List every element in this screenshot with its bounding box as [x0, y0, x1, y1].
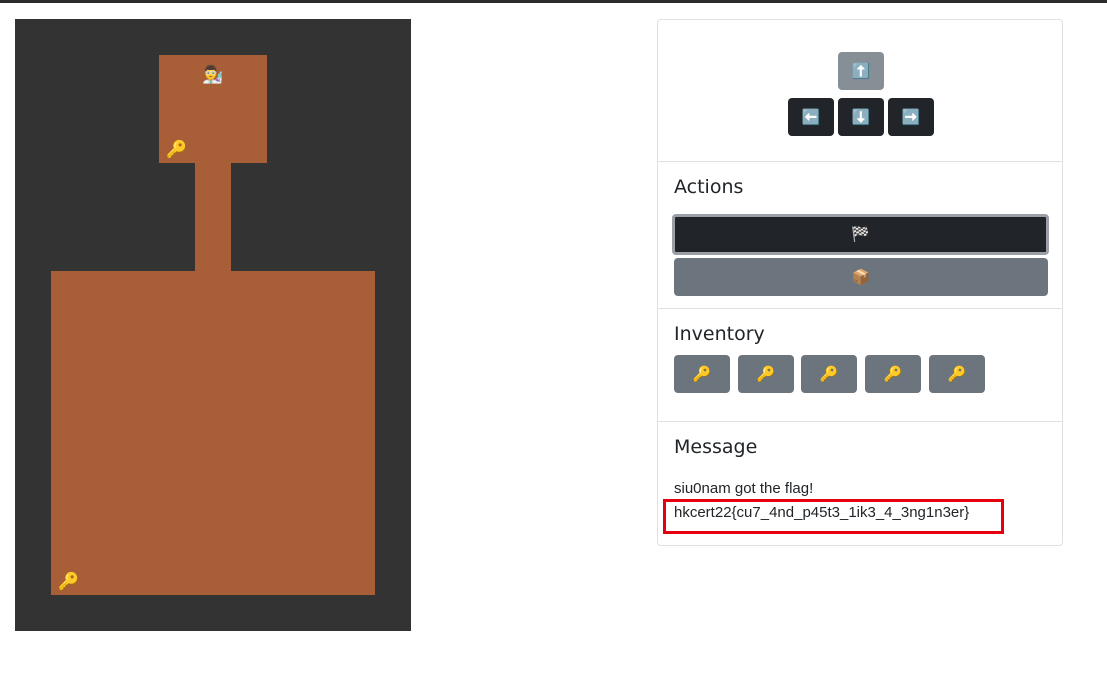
message-section: Message siu0nam got the flag! hkcert22{c… — [658, 421, 1062, 546]
move-up-button[interactable]: ⬆️ — [838, 52, 884, 90]
floor-key-icon: 🔑 — [58, 571, 80, 592]
inventory-key-button[interactable]: 🔑 — [674, 355, 730, 393]
finish-flag-button[interactable]: 🏁 — [672, 214, 1049, 255]
player-icon: 👨‍🔬 — [202, 64, 224, 85]
flag-highlight-box — [663, 499, 1004, 534]
move-right-button[interactable]: ➡️ — [888, 98, 934, 136]
floor-room-large — [51, 271, 375, 595]
actions-section: Actions 🏁 📦 — [658, 161, 1062, 308]
actions-title: Actions — [674, 176, 744, 198]
message-title: Message — [674, 436, 758, 458]
top-border — [0, 0, 1107, 3]
inventory-key-button[interactable]: 🔑 — [865, 355, 921, 393]
dpad-section: ⬆️ ⬅️ ⬇️ ➡️ — [658, 20, 1062, 161]
inventory-key-button[interactable]: 🔑 — [738, 355, 794, 393]
floor-key-icon: 🔑 — [166, 139, 188, 160]
move-left-button[interactable]: ⬅️ — [788, 98, 834, 136]
inventory-section: Inventory 🔑 🔑 🔑 🔑 🔑 — [658, 308, 1062, 421]
floor-corridor — [195, 163, 231, 271]
inventory-key-button[interactable]: 🔑 — [801, 355, 857, 393]
game-board: 👨‍🔬 🔑 🔑 — [15, 19, 411, 631]
inventory-title: Inventory — [674, 323, 765, 345]
open-box-button[interactable]: 📦 — [674, 258, 1048, 296]
message-text: siu0nam got the flag! — [674, 480, 814, 497]
inventory-key-button[interactable]: 🔑 — [929, 355, 985, 393]
control-panel: ⬆️ ⬅️ ⬇️ ➡️ Actions 🏁 📦 Inventory 🔑 🔑 🔑 … — [657, 19, 1063, 546]
move-down-button[interactable]: ⬇️ — [838, 98, 884, 136]
